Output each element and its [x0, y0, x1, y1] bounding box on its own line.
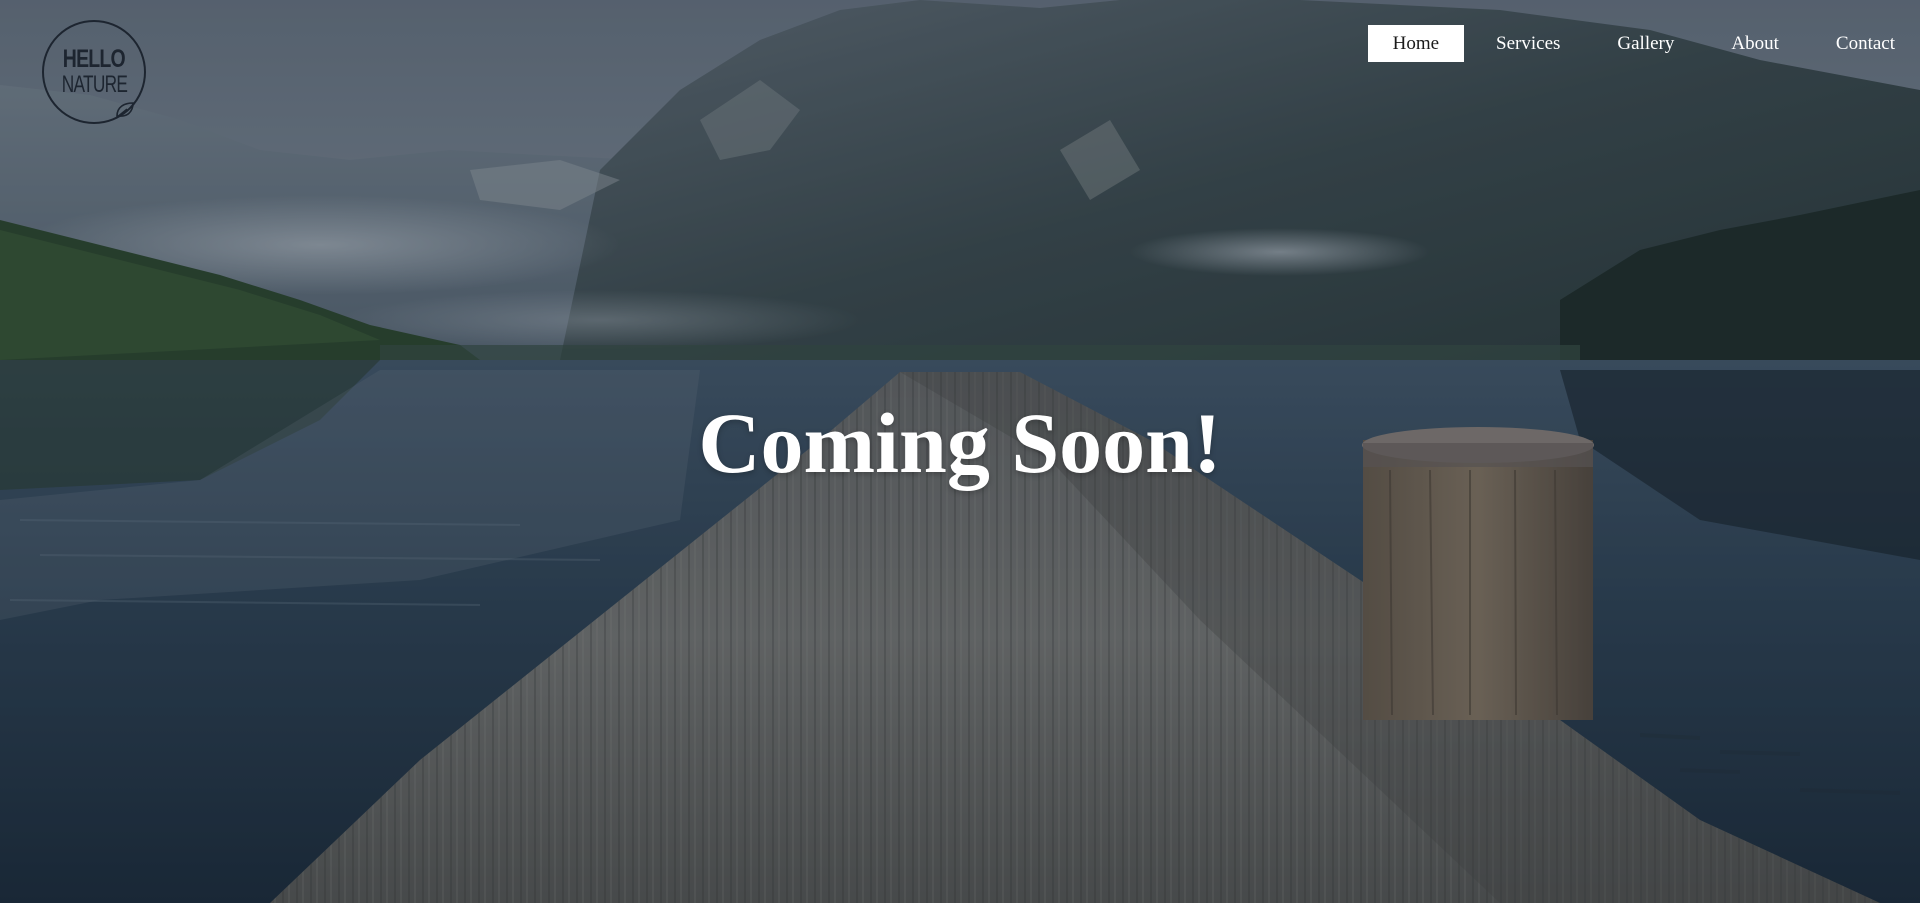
logo[interactable]: HELLO NATURE: [40, 18, 148, 126]
nav-home[interactable]: Home: [1367, 25, 1465, 62]
nav-contact[interactable]: Contact: [1811, 25, 1920, 62]
coming-soon-headline: Coming Soon!: [698, 395, 1222, 491]
logo-text-hello: HELLO: [62, 45, 126, 73]
nav-services[interactable]: Services: [1471, 25, 1585, 62]
main-nav: Home Services Gallery About Contact: [1361, 25, 1920, 62]
nav-about[interactable]: About: [1706, 25, 1804, 62]
leaf-icon: [116, 102, 134, 118]
logo-text-nature: NATURE: [61, 71, 127, 98]
hero-section: HELLO NATURE Home Services Gallery About…: [0, 0, 1920, 903]
nav-gallery[interactable]: Gallery: [1592, 25, 1699, 62]
